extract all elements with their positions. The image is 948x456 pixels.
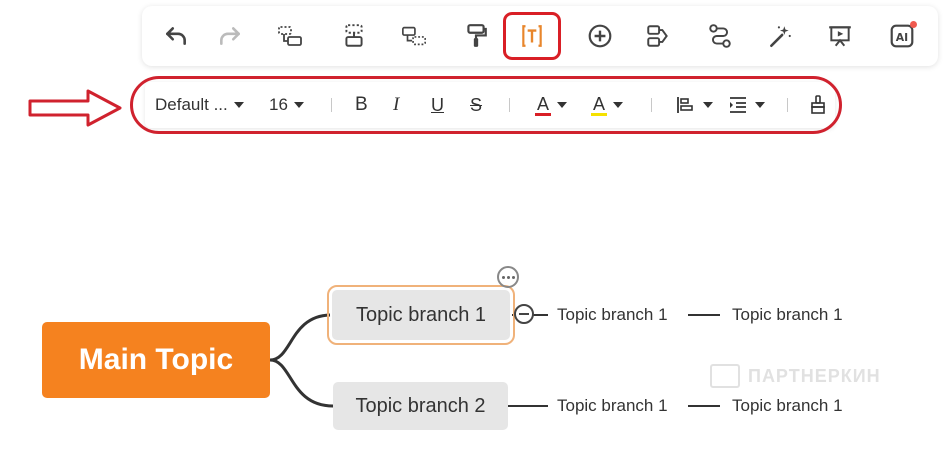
subtopic[interactable]: Topic branch 1 xyxy=(732,305,843,325)
main-topic[interactable]: Main Topic xyxy=(42,322,270,398)
watermark-text: ПАРТНЕРКИН xyxy=(748,365,881,386)
subtopic[interactable]: Topic branch 1 xyxy=(557,305,668,325)
topic-branch-2[interactable]: Topic branch 2 xyxy=(333,382,508,430)
subtopic[interactable]: Topic branch 1 xyxy=(557,396,668,416)
collapse-button[interactable] xyxy=(514,304,534,324)
subtopic[interactable]: Topic branch 1 xyxy=(732,396,843,416)
topic-branch-1[interactable]: Topic branch 1 xyxy=(327,285,515,345)
more-options-button[interactable] xyxy=(497,266,519,288)
watermark-logo-icon xyxy=(710,364,740,388)
watermark: ПАРТНЕРКИН xyxy=(710,364,881,388)
branch-label: Topic branch 1 xyxy=(355,303,487,326)
main-topic-label: Main Topic xyxy=(78,343,234,376)
branch-label: Topic branch 2 xyxy=(355,394,486,417)
